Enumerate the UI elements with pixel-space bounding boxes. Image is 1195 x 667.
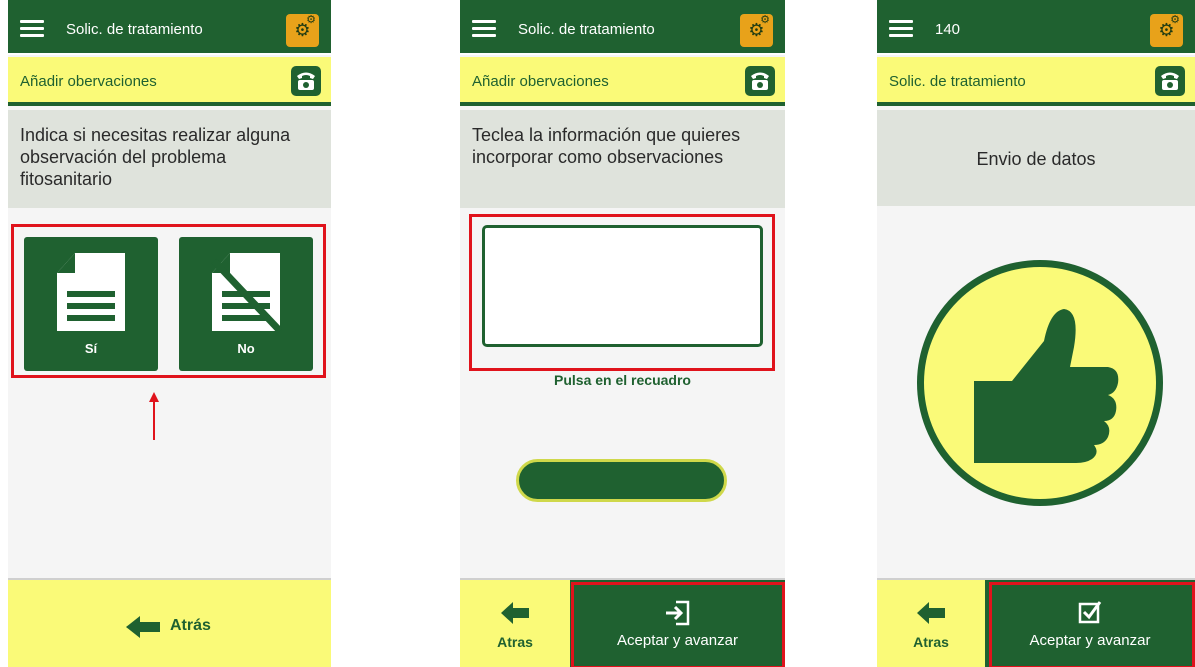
no-document-icon (211, 253, 282, 333)
app-header: Solic. de tratamiento ⚙ ⚙ (8, 0, 331, 55)
observations-textarea[interactable] (482, 225, 763, 347)
back-button[interactable]: Atras (460, 580, 570, 667)
arrow-left-icon (501, 602, 529, 624)
menu-icon[interactable] (472, 20, 496, 37)
highlight-box (989, 582, 1195, 667)
hint-text: Pulsa en el recuadro (554, 372, 691, 388)
yes-label: Sí (84, 341, 98, 356)
header-title: 140 (935, 21, 961, 38)
yes-button[interactable]: Sí (24, 237, 158, 371)
screen-data-sent: 140 ⚙ ⚙ Solic. de tratamiento Envio de da… (877, 0, 1195, 667)
phone-icon[interactable] (291, 66, 321, 96)
header-title: Solic. de tratamiento (518, 21, 655, 38)
gear-icon[interactable]: ⚙ ⚙ (1150, 14, 1183, 47)
progress-pill (516, 459, 727, 502)
sub-header-label: Añadir obervaciones (20, 73, 157, 90)
sub-header-label: Añadir obervaciones (472, 73, 609, 90)
sub-header: Añadir obervaciones (460, 57, 785, 106)
menu-icon[interactable] (20, 20, 44, 37)
arrow-left-icon (917, 602, 945, 624)
thumbs-up-icon (974, 309, 1119, 463)
phone-icon[interactable] (745, 66, 775, 96)
screen-add-observations-choice: Solic. de tratamiento ⚙ ⚙ Añadir obervaci… (8, 0, 331, 667)
arrow-left-icon (126, 616, 160, 638)
back-label: Atras (497, 634, 533, 650)
prompt-text: Indica si necesitas realizar alguna obse… (8, 110, 331, 208)
gear-icon[interactable]: ⚙ ⚙ (286, 14, 319, 47)
back-label: Atrás (170, 617, 211, 634)
document-icon (57, 253, 125, 331)
pointer-arrow-line (153, 400, 155, 440)
bottom-bar: Atras Aceptar y avanzar (877, 578, 1195, 667)
no-button[interactable]: No (179, 237, 313, 371)
sub-header: Solic. de tratamiento (877, 57, 1195, 106)
prompt-text: Teclea la información que quieres incorp… (460, 110, 785, 208)
sub-header: Añadir obervaciones (8, 57, 331, 106)
phone-icon[interactable] (1155, 66, 1185, 96)
header-title: Solic. de tratamiento (66, 21, 203, 38)
bottom-bar: Atras Aceptar y avanzar (460, 578, 785, 667)
menu-icon[interactable] (889, 20, 913, 37)
success-badge (917, 260, 1163, 506)
bottom-bar: Atrás (8, 578, 331, 667)
app-header: Solic. de tratamiento ⚙ ⚙ (460, 0, 785, 55)
back-label: Atras (913, 634, 949, 650)
prompt-text: Envio de datos (877, 110, 1195, 206)
back-button[interactable]: Atras (877, 580, 985, 667)
sub-header-label: Solic. de tratamiento (889, 73, 1026, 90)
screen-add-observations-text: Solic. de tratamiento ⚙ ⚙ Añadir obervaci… (460, 0, 785, 667)
app-header: 140 ⚙ ⚙ (877, 0, 1195, 55)
no-label: No (237, 341, 255, 356)
highlight-box (571, 582, 785, 667)
gear-icon[interactable]: ⚙ ⚙ (740, 14, 773, 47)
